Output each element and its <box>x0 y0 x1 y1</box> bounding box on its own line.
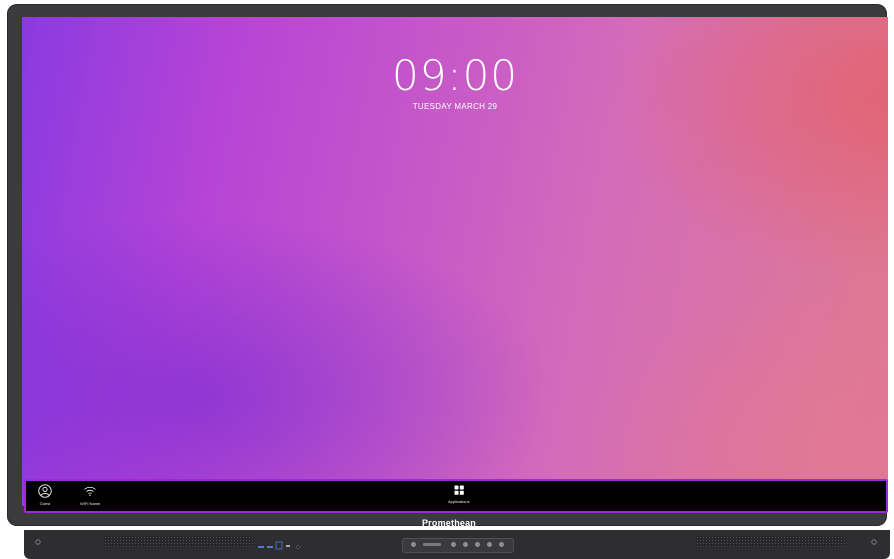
source-button[interactable] <box>451 542 456 547</box>
usb-ports-icon <box>258 541 300 550</box>
applications-label: Applications <box>448 499 470 504</box>
bottom-taskbar: Guest WIFI Name Applications <box>24 479 888 513</box>
ir-receiver <box>423 543 441 546</box>
power-button[interactable] <box>411 542 416 547</box>
clock-time: 09:00 <box>391 51 519 100</box>
front-io-ports <box>256 539 306 551</box>
home-button[interactable] <box>463 542 468 547</box>
right-sensor-icon <box>871 539 877 545</box>
guest-label: Guest <box>39 501 51 506</box>
user-icon <box>38 484 52 498</box>
home-screen: 09:00 TUESDAY MARCH 29 <box>22 17 888 506</box>
right-speaker-grille <box>696 536 846 548</box>
front-control-panel <box>402 538 514 553</box>
volume-up-button[interactable] <box>487 542 492 547</box>
guest-account-button[interactable]: Guest <box>38 484 52 506</box>
wifi-icon <box>84 486 96 496</box>
menu-button[interactable] <box>499 542 504 547</box>
wifi-button[interactable]: WIFI Name <box>80 484 100 506</box>
left-speaker-grille <box>104 536 254 548</box>
applications-button[interactable]: Applications <box>448 484 470 504</box>
left-sensor-icon <box>35 539 41 545</box>
volume-down-button[interactable] <box>475 542 480 547</box>
clock-date: TUESDAY MARCH 29 <box>412 102 498 111</box>
brand-logo-text: Promethean <box>421 518 476 528</box>
wifi-name-label: WIFI Name <box>80 501 101 506</box>
applications-grid-icon <box>454 485 464 495</box>
